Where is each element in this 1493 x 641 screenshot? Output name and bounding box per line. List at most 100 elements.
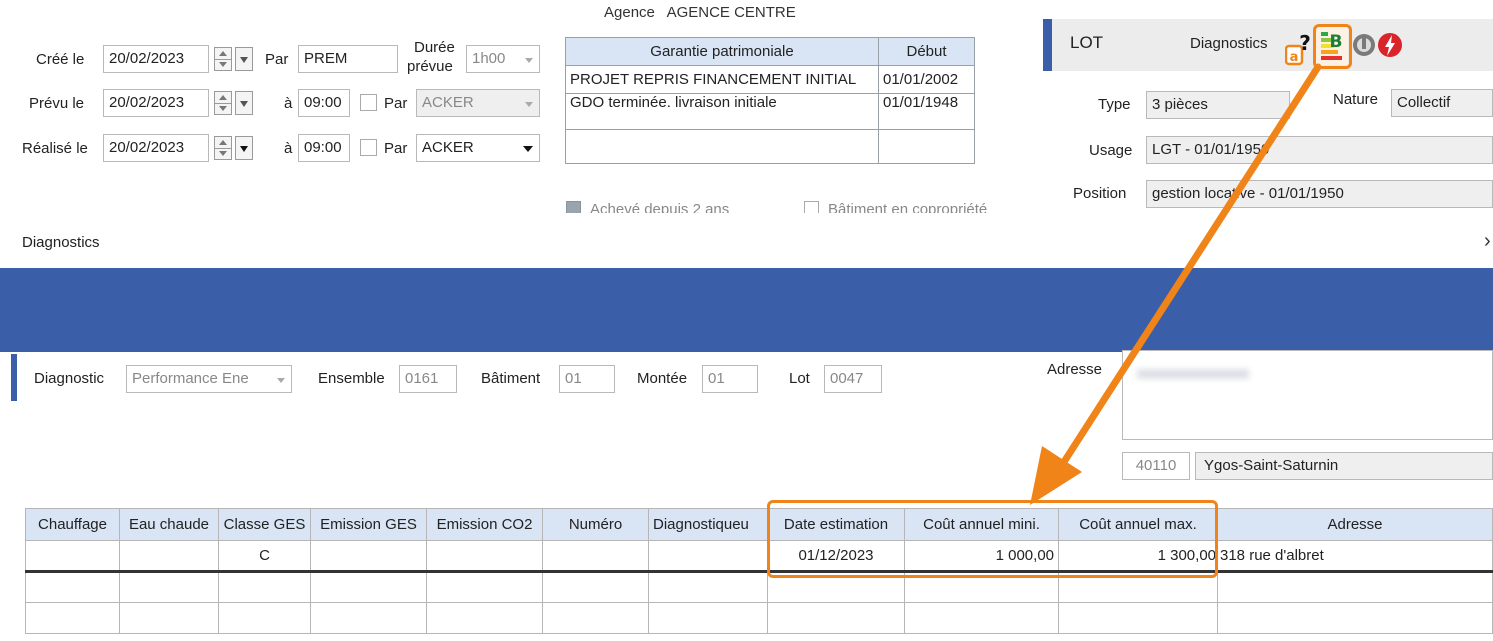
cell [542,602,649,634]
type-label: Type [1098,96,1131,113]
adresse-textarea[interactable] [1122,350,1493,440]
col-classe-ges[interactable]: Classe GES [218,508,311,541]
dialog-title: Diagnostics [22,234,100,251]
question-mark-icon[interactable]: a ? [1284,31,1313,66]
col-chauffage[interactable]: Chauffage [25,508,120,541]
lot-accent-bar [1043,19,1052,71]
table-row[interactable] [25,571,1493,603]
batiment-field[interactable]: 01 [559,365,615,393]
col-adresse[interactable]: Adresse [1217,508,1493,541]
agence-value: AGENCE CENTRE [666,4,796,21]
realise-par-label: Par [384,140,408,157]
realise-checkbox[interactable] [360,139,377,156]
cell [25,602,120,634]
chevron-down-icon [525,58,533,63]
cell [542,540,649,573]
cost-columns-highlight [767,500,1218,578]
gray-badge-icon[interactable] [1351,31,1377,61]
cell [904,602,1059,634]
nature-field[interactable]: Collectif [1391,89,1493,117]
chevron-down-icon [523,146,533,152]
prevu-par-value: ACKER [422,94,474,111]
prevu-time-field[interactable]: 09:00 [298,89,350,117]
lot-label: Lot [789,370,810,387]
col-emission-ges[interactable]: Emission GES [310,508,427,541]
table-row[interactable]: PROJET REPRIS FINANCEMENT INITIAL 01/01/… [565,65,975,94]
diagnostic-select[interactable]: Performance Ene [126,365,292,393]
cree-date-field[interactable]: 20/02/2023 [103,45,209,73]
realise-par-select[interactable]: ACKER [416,134,540,162]
duree-value: 1h00 [472,50,506,67]
col-numero[interactable]: Numéro [542,508,649,541]
cell [119,602,219,634]
debut-cell: 01/01/2002 [878,65,975,94]
cell [767,602,905,634]
montee-label: Montée [637,370,688,387]
table-row[interactable] [25,602,1493,634]
cree-date-calendar-button[interactable] [235,47,253,71]
table-row[interactable] [565,129,975,164]
cree-date-spinner[interactable] [214,47,232,71]
realise-date-calendar-button[interactable] [235,136,253,160]
blurred-address [1137,369,1249,379]
table-row[interactable]: C 01/12/2023 1 000,00 1 300,00 318 rue d… [25,540,1493,573]
cell [648,602,768,634]
diagnostics-dialog: Diagnostics › Diagnostic Performance Ene… [0,213,1493,641]
prevu-date-calendar-button[interactable] [235,91,253,115]
prevu-par-label: Par [384,95,408,112]
position-field[interactable]: gestion locative - 01/01/1950 [1146,180,1493,208]
duree-select[interactable]: 1h00 [466,45,540,73]
cell [426,540,543,573]
prevu-par-select[interactable]: ACKER [416,89,540,117]
realise-date-field[interactable]: 20/02/2023 [103,134,209,162]
realise-a-label: à [284,140,293,157]
prevu-date-spinner[interactable] [214,91,232,115]
postal-code-field[interactable]: 40110 [1122,452,1190,480]
cell [218,602,311,634]
red-lightning-icon[interactable] [1377,31,1403,61]
cell [25,571,120,603]
debut-cell: 01/01/1948 [878,93,975,130]
type-field[interactable]: 3 pièces [1146,91,1290,119]
cell [426,571,543,603]
ensemble-field[interactable]: 0161 [399,365,457,393]
col-diagnostiqueur[interactable]: Diagnostiqueu [648,508,768,541]
garantie-cell [565,129,879,164]
garantie-cell: PROJET REPRIS FINANCEMENT INITIAL [565,65,879,94]
garantie-header[interactable]: Garantie patrimoniale [565,37,879,66]
table-header-row: Chauffage Eau chaude Classe GES Emission… [25,508,1493,541]
lot-panel-header [1043,19,1493,71]
cell [648,571,768,603]
batiment-label: Bâtiment [481,370,541,387]
cell [1058,602,1218,634]
duree-label-1: Durée [414,39,455,56]
realise-time-field[interactable]: 09:00 [298,134,350,162]
duree-label-2: prévue [407,58,453,75]
agence: Agence AGENCE CENTRE [604,4,796,21]
city-field[interactable]: Ygos-Saint-Saturnin [1195,452,1493,480]
usage-field[interactable]: LGT - 01/01/1950 [1146,136,1493,164]
garantie-cell: GDO terminée. livraison initiale [565,93,879,130]
energy-icon-highlight [1313,24,1352,69]
realise-date-spinner[interactable] [214,136,232,160]
lot-field[interactable]: 0047 [824,365,882,393]
cell [310,571,427,603]
cell [119,540,219,573]
cree-label: Créé le [36,51,85,68]
cell [1217,602,1493,634]
ensemble-label: Ensemble [318,370,385,387]
realise-label: Réalisé le [22,140,88,157]
table-row[interactable]: GDO terminée. livraison initiale 01/01/1… [565,93,975,130]
prevu-date-field[interactable]: 20/02/2023 [103,89,209,117]
debut-header[interactable]: Début [878,37,975,66]
col-emission-co2[interactable]: Emission CO2 [426,508,543,541]
montee-field[interactable]: 01 [702,365,758,393]
garantie-table: Garantie patrimoniale Début PROJET REPRI… [565,37,975,164]
col-eau-chaude[interactable]: Eau chaude [119,508,219,541]
close-icon[interactable]: › [1484,230,1491,253]
cell [218,571,311,603]
cree-par-field[interactable]: PREM [298,45,398,73]
cell [426,602,543,634]
realise-par-value: ACKER [422,139,474,156]
prevu-checkbox[interactable] [360,94,377,111]
